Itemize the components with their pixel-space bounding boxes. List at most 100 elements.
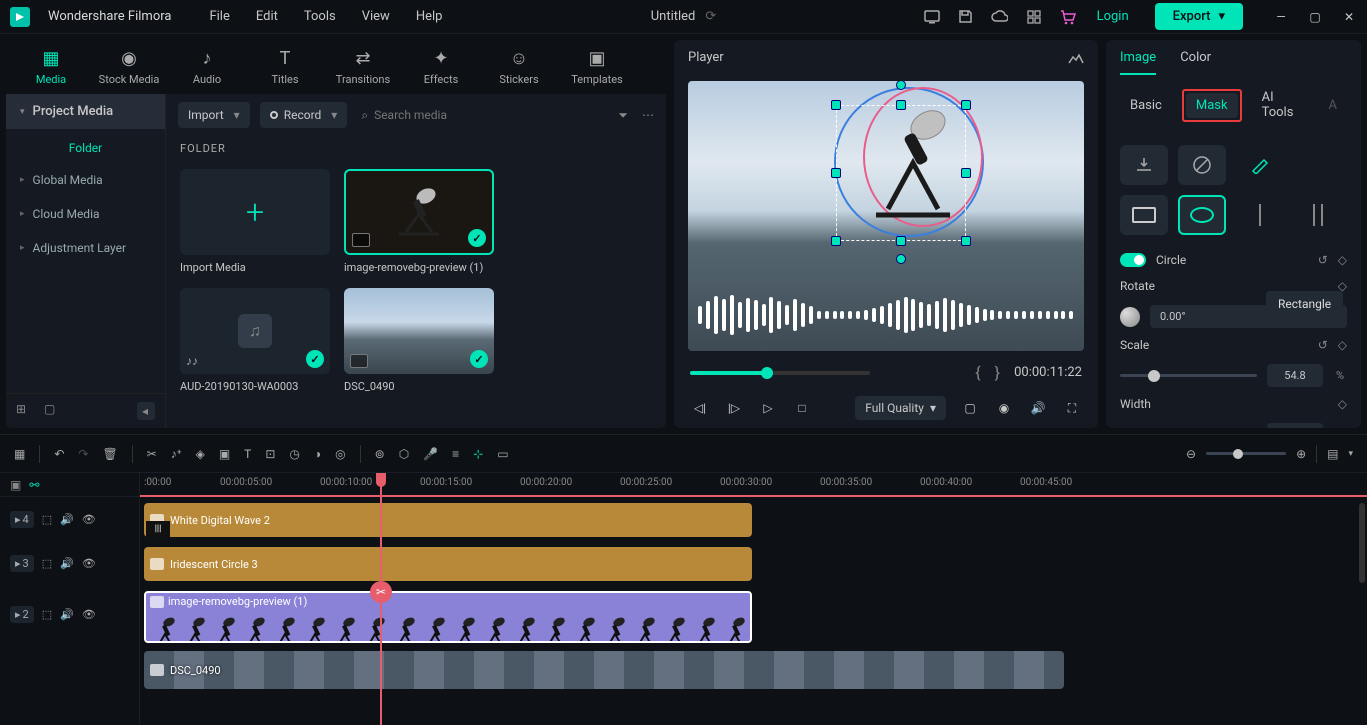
timeline-scrollbar[interactable]: [1359, 503, 1365, 583]
frame-icon[interactable]: ▭: [497, 447, 508, 461]
folder-icon[interactable]: ▢: [44, 402, 62, 420]
display-icon[interactable]: ▢: [960, 398, 980, 418]
clip-wave[interactable]: White Digital Wave 2: [144, 503, 752, 537]
shield-icon[interactable]: ⬡: [399, 447, 409, 461]
menu-tools[interactable]: Tools: [304, 9, 336, 24]
mask-rectangle-button[interactable]: [1120, 195, 1168, 235]
progress-thumb[interactable]: [761, 367, 773, 379]
project-media-header[interactable]: ▾ Project Media: [6, 94, 165, 129]
speed-icon[interactable]: ⊡: [265, 447, 275, 461]
mark-in-icon[interactable]: {: [975, 363, 980, 382]
reset-icon[interactable]: ↺: [1318, 338, 1328, 352]
device-icon[interactable]: [923, 8, 941, 26]
media-item-audio[interactable]: ♫ ♪♪ ✓ AUD-20190130-WA0003: [180, 288, 330, 393]
text-icon[interactable]: T: [244, 447, 251, 461]
zoom-in-icon[interactable]: ⊕: [1296, 447, 1306, 461]
mute-icon[interactable]: 🔊: [60, 513, 74, 526]
new-folder-icon[interactable]: ⊞: [16, 402, 34, 420]
sel-handle-tc[interactable]: [896, 100, 906, 110]
next-frame-button[interactable]: |▷: [724, 398, 744, 418]
menu-edit[interactable]: Edit: [256, 9, 278, 24]
mask-ellipse-button[interactable]: [1178, 195, 1226, 235]
lock-icon[interactable]: ⬚: [42, 513, 52, 526]
zoom-out-icon[interactable]: ⊖: [1186, 447, 1196, 461]
sidebar-item-adjustment[interactable]: Adjustment Layer: [6, 231, 165, 265]
apps-icon[interactable]: [1025, 8, 1043, 26]
rotate-knob[interactable]: [1120, 307, 1140, 327]
sel-handle-br[interactable]: [961, 236, 971, 246]
link-icon[interactable]: ⚯: [29, 478, 39, 492]
visibility-icon[interactable]: 👁: [82, 608, 96, 621]
more-icon[interactable]: ⋯: [642, 108, 654, 123]
undo-icon[interactable]: ↶: [54, 447, 64, 461]
collapse-icon[interactable]: ◂: [137, 402, 155, 420]
media-item-dsc[interactable]: ✓ DSC_0490: [344, 288, 494, 393]
clip-image[interactable]: image-removebg-preview (1): [144, 591, 752, 643]
track-head-2[interactable]: ▸2 ⬚ 🔊 👁: [0, 585, 139, 643]
folder-link[interactable]: Folder: [6, 129, 165, 163]
record-dropdown[interactable]: Record: [260, 102, 348, 128]
sel-handle-bc[interactable]: [896, 236, 906, 246]
mask-import-button[interactable]: [1120, 145, 1168, 185]
sidebar-item-cloud[interactable]: Cloud Media: [6, 197, 165, 231]
clip-dsc[interactable]: DSC_0490: [144, 651, 1064, 689]
sel-handle-ml[interactable]: [831, 168, 841, 178]
cloud-icon[interactable]: [991, 8, 1009, 26]
lock-icon[interactable]: ⬚: [42, 608, 52, 621]
volume-icon[interactable]: 🔊: [1028, 398, 1048, 418]
tab-effects[interactable]: ✦Effects: [406, 48, 476, 86]
tag-icon[interactable]: ◈: [196, 447, 205, 461]
view-icon[interactable]: ▤: [1327, 447, 1338, 461]
import-media-card[interactable]: + Import Media: [180, 169, 330, 274]
tab-stickers[interactable]: ☺Stickers: [484, 48, 554, 86]
music-beat-icon[interactable]: ♪⁺: [171, 447, 182, 461]
playhead[interactable]: ✂: [380, 473, 382, 725]
scale-value[interactable]: 54.8: [1267, 364, 1323, 387]
snapshot-icon[interactable]: [1068, 51, 1084, 65]
timeline-tracks[interactable]: :00:00 00:00:05:00 00:00:10:00 00:00:15:…: [140, 473, 1367, 725]
sel-handle-bl[interactable]: [831, 236, 841, 246]
mask-dvline-button[interactable]: [1294, 195, 1342, 235]
circle-toggle[interactable]: [1120, 253, 1146, 267]
reset-icon[interactable]: ↺: [1318, 253, 1328, 267]
subtab-basic[interactable]: Basic: [1120, 93, 1172, 118]
dots-icon[interactable]: ⊚: [375, 447, 385, 461]
timeline-ruler[interactable]: :00:00 00:00:05:00 00:00:10:00 00:00:15:…: [140, 473, 1367, 497]
mute-icon[interactable]: 🔊: [60, 557, 74, 570]
tab-audio[interactable]: ♪Audio: [172, 48, 242, 86]
tab-stock-media[interactable]: ◉Stock Media: [94, 48, 164, 86]
width-value[interactable]: 50.0: [1267, 423, 1323, 428]
track-head-3[interactable]: ▸3 ⬚ 🔊 👁: [0, 541, 139, 585]
media-item-preview[interactable]: ✓ image-removebg-preview (1): [344, 169, 494, 274]
keyframe-icon[interactable]: ◇: [1338, 253, 1347, 267]
redo-icon[interactable]: ↷: [78, 447, 88, 461]
subtab-mask[interactable]: Mask: [1186, 93, 1238, 118]
quality-dropdown[interactable]: Full Quality▾: [855, 396, 946, 420]
scale-thumb[interactable]: [1148, 370, 1160, 382]
tl-grid-icon[interactable]: ▦: [14, 447, 25, 461]
camera-icon[interactable]: ◉: [994, 398, 1014, 418]
sel-handle-mr[interactable]: [961, 168, 971, 178]
filter-icon[interactable]: ⏷: [618, 108, 628, 123]
save-icon[interactable]: [957, 8, 975, 26]
mask-none-button[interactable]: [1178, 145, 1226, 185]
delete-icon[interactable]: 🗑: [102, 447, 117, 461]
sel-handle-bottom[interactable]: [896, 254, 906, 264]
minimize-button[interactable]: ―: [1273, 10, 1289, 24]
zoom-slider[interactable]: [1206, 452, 1286, 455]
prev-frame-button[interactable]: ◁|: [690, 398, 710, 418]
mixer-icon[interactable]: ≡: [452, 447, 459, 461]
tl-menu-icon[interactable]: ▣: [10, 478, 21, 492]
color-icon[interactable]: ◑: [314, 447, 321, 461]
tab-image[interactable]: Image: [1120, 50, 1156, 75]
tab-media[interactable]: ▦Media: [16, 48, 86, 86]
import-dropdown[interactable]: Import: [178, 102, 250, 128]
export-button[interactable]: Export ▾: [1155, 3, 1243, 30]
tab-color[interactable]: Color: [1180, 50, 1211, 75]
menu-file[interactable]: File: [209, 9, 229, 24]
mute-icon[interactable]: 🔊: [60, 608, 74, 621]
sidebar-item-global[interactable]: Global Media: [6, 163, 165, 197]
mask-draw-button[interactable]: [1236, 145, 1284, 185]
mic-record-icon[interactable]: 🎤: [423, 447, 438, 461]
menu-help[interactable]: Help: [416, 9, 443, 24]
